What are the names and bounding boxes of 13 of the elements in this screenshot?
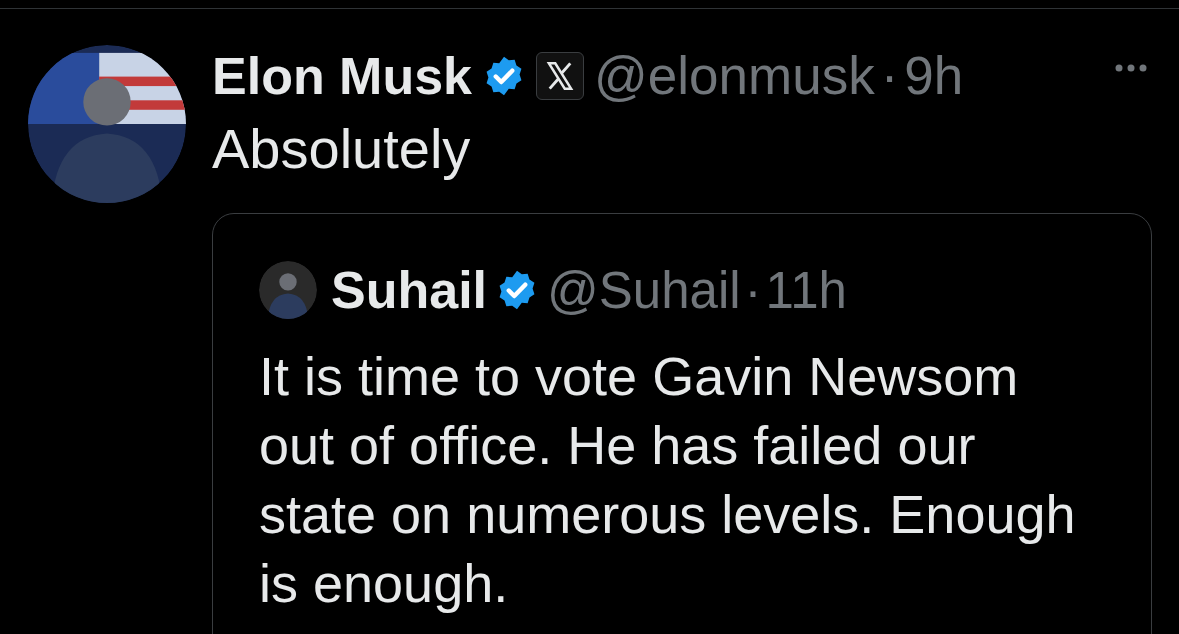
separator-dot: · — [880, 45, 899, 106]
quoted-post-card[interactable]: Suhail @Suhail·11h It is time to vote Gavin Newsom out of office. He has failed our state on numerous levels. Enough is enough. — [212, 213, 1152, 634]
more-options-icon[interactable] — [1114, 63, 1148, 73]
author-name[interactable]: Elon Musk — [212, 45, 473, 106]
separator-dot: · — [744, 260, 762, 320]
post-time[interactable]: 11h — [765, 260, 847, 320]
author-handle[interactable]: @elonmusk — [594, 45, 875, 106]
author-handle[interactable]: @Suhail — [547, 260, 741, 320]
post-text: Absolutely — [212, 119, 472, 179]
quoted-post-text: It is time to vote Gavin Newsom out of office. He has failed our state on numerous levels. Enough is enough. — [259, 345, 1077, 615]
author-name[interactable]: Suhail — [331, 260, 488, 320]
avatar[interactable] — [28, 45, 186, 203]
post-time[interactable]: 9h — [904, 45, 964, 106]
